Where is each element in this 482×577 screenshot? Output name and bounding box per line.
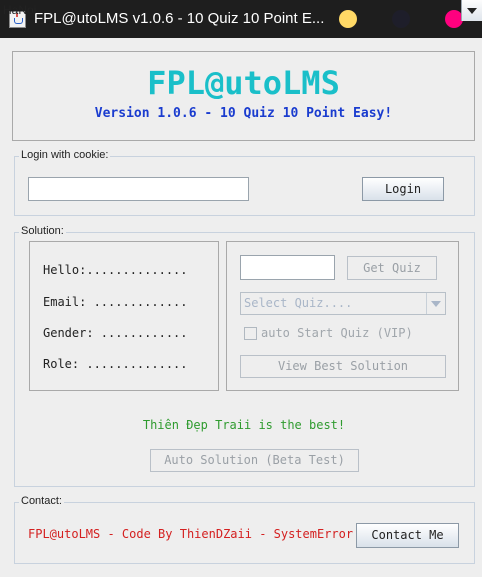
contact-group-title: Contact: bbox=[19, 495, 64, 507]
quiz-id-input[interactable] bbox=[240, 255, 335, 280]
gender-label: Gender: ............ bbox=[43, 326, 188, 340]
minimize-button[interactable] bbox=[339, 10, 357, 28]
window-titlebar[interactable]: FPL@utoLMS v1.0.6 - 10 Quiz 10 Point E..… bbox=[0, 0, 482, 38]
auto-solution-button[interactable]: Auto Solution (Beta Test) bbox=[150, 449, 359, 472]
chevron-down-icon bbox=[467, 8, 477, 14]
status-message: Thiên Đẹp Traii is the best! bbox=[142, 418, 346, 432]
cookie-input[interactable] bbox=[28, 177, 249, 201]
email-label: Email: ............. bbox=[43, 295, 188, 309]
version-subtitle: Version 1.0.6 - 10 Quiz 10 Point Easy! bbox=[94, 106, 393, 121]
credit-text: FPL@utoLMS - Code By ThienDZaii - System… bbox=[28, 527, 354, 541]
quiz-dropdown-button[interactable] bbox=[426, 293, 445, 314]
get-quiz-button[interactable]: Get Quiz bbox=[347, 256, 437, 280]
brand-title: FPL@utoLMS bbox=[147, 64, 340, 102]
login-group-title: Login with cookie: bbox=[19, 149, 111, 161]
role-label: Role: .............. bbox=[43, 357, 188, 371]
select-quiz-dropdown[interactable]: Select Quiz.... bbox=[240, 292, 446, 315]
window-title: FPL@utoLMS v1.0.6 - 10 Quiz 10 Point E..… bbox=[34, 10, 325, 27]
contact-me-button[interactable]: Contact Me bbox=[356, 523, 459, 548]
auto-start-label: auto Start Quiz (VIP) bbox=[261, 326, 413, 340]
auto-start-checkbox[interactable] bbox=[244, 327, 257, 340]
hello-label: Hello:.............. bbox=[43, 263, 188, 277]
solution-group-title: Solution: bbox=[19, 225, 66, 237]
login-button[interactable]: Login bbox=[362, 177, 444, 201]
region-dropdown-button[interactable] bbox=[461, 0, 482, 21]
header-banner: FPL@utoLMS Version 1.0.6 - 10 Quiz 10 Po… bbox=[12, 51, 475, 141]
chevron-down-icon bbox=[431, 301, 441, 307]
select-quiz-placeholder: Select Quiz.... bbox=[244, 296, 353, 310]
view-best-solution-button[interactable]: View Best Solution bbox=[240, 355, 446, 378]
region-selected-value: HaNoi bbox=[3, 3, 37, 17]
maximize-button[interactable] bbox=[392, 10, 410, 28]
user-info-panel: Hello:.............. Email: ............… bbox=[29, 241, 219, 391]
